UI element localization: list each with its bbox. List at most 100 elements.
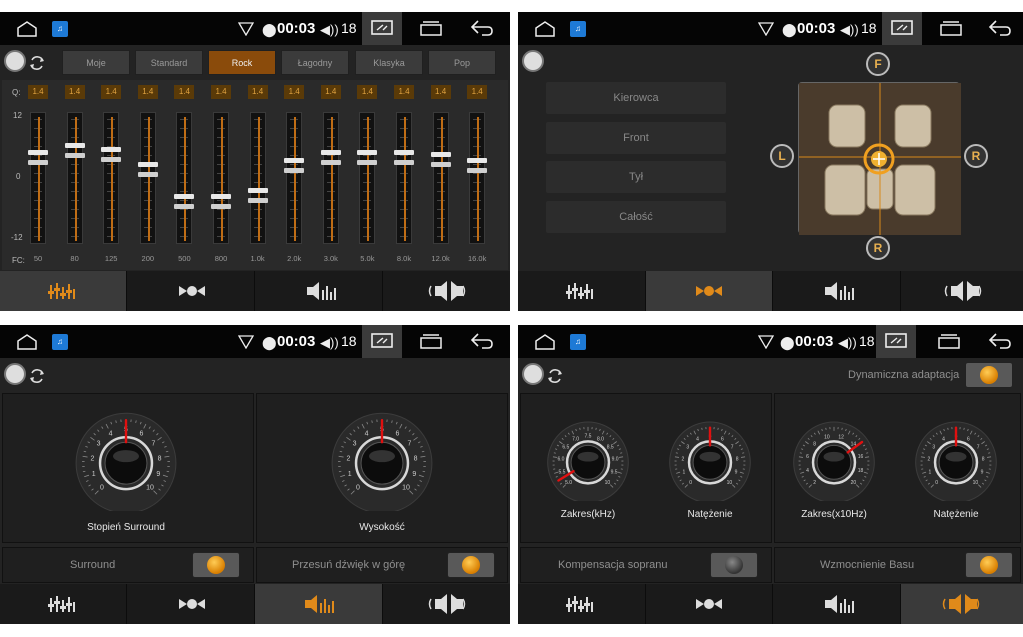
slider-handle[interactable] xyxy=(28,150,48,156)
tab-equalizer[interactable] xyxy=(518,271,646,311)
preset-standard[interactable]: Standard xyxy=(135,50,203,75)
slider-handle[interactable] xyxy=(137,161,158,167)
eq-band-slider[interactable] xyxy=(430,112,451,244)
tab-bass-treble[interactable] xyxy=(901,584,1023,624)
eq-band-slider[interactable] xyxy=(394,112,414,244)
treble-range-dial[interactable]: 5.05.5 6.0 6.57.0 7.5 8.08.5 9.0 9.510 xyxy=(540,417,636,501)
eq-band-slider[interactable] xyxy=(101,112,122,244)
eq-band-slider[interactable] xyxy=(28,112,48,244)
q-value[interactable]: 1.4 xyxy=(284,85,305,99)
eq-band-slider[interactable] xyxy=(211,112,231,244)
refresh-icon[interactable] xyxy=(26,52,48,74)
slider-handle[interactable] xyxy=(284,168,305,174)
slider-handle[interactable] xyxy=(467,158,488,164)
preset-pop[interactable]: Pop xyxy=(428,50,496,75)
zone-calosc-button[interactable]: Całość xyxy=(546,201,726,233)
tab-surround[interactable] xyxy=(773,584,901,624)
rear-badge[interactable]: R xyxy=(866,236,890,260)
q-value[interactable]: 1.4 xyxy=(467,85,488,99)
slider-handle[interactable] xyxy=(247,197,268,203)
power-toggle[interactable] xyxy=(522,50,562,76)
slider-handle[interactable] xyxy=(64,152,85,158)
back-icon[interactable] xyxy=(470,19,494,37)
slider-handle[interactable] xyxy=(174,203,195,209)
power-toggle[interactable] xyxy=(522,363,562,389)
tab-balance[interactable] xyxy=(646,584,773,624)
home-icon[interactable] xyxy=(534,334,556,350)
refresh-icon[interactable] xyxy=(544,365,566,387)
eq-band-slider[interactable] xyxy=(357,112,378,244)
app-icon[interactable]: ♫ xyxy=(570,334,586,350)
screen-cast-button[interactable] xyxy=(876,325,916,358)
balance-focus-handle[interactable] xyxy=(863,143,895,175)
tab-surround[interactable] xyxy=(255,271,383,311)
slider-handle[interactable] xyxy=(467,168,488,174)
bass-boost-switch[interactable] xyxy=(965,552,1013,578)
tab-balance[interactable] xyxy=(127,584,255,624)
front-badge[interactable]: F xyxy=(866,52,890,76)
slider-handle[interactable] xyxy=(357,150,378,156)
slider-handle[interactable] xyxy=(394,160,414,166)
q-value[interactable]: 1.4 xyxy=(247,85,268,99)
slider-handle[interactable] xyxy=(64,142,85,148)
q-value[interactable]: 1.4 xyxy=(64,85,85,99)
zone-tyl-button[interactable]: Tył xyxy=(546,161,726,193)
slider-handle[interactable] xyxy=(284,158,305,164)
q-value[interactable]: 1.4 xyxy=(211,85,231,99)
recent-apps-icon[interactable] xyxy=(420,334,442,349)
eq-band-slider[interactable] xyxy=(247,112,268,244)
right-badge[interactable]: R xyxy=(964,144,988,168)
left-badge[interactable]: L xyxy=(770,144,794,168)
preset-rock[interactable]: Rock xyxy=(208,50,276,75)
tab-bass-treble[interactable] xyxy=(383,271,510,311)
back-icon[interactable] xyxy=(470,332,494,350)
bass-intensity-dial[interactable]: 012345678910 xyxy=(908,417,1004,501)
eq-band-slider[interactable] xyxy=(137,112,158,244)
app-icon[interactable]: ♫ xyxy=(52,21,68,37)
preset-moje[interactable]: Moje xyxy=(62,50,130,75)
refresh-icon[interactable] xyxy=(26,365,48,387)
q-value[interactable]: 1.4 xyxy=(174,85,195,99)
slider-handle[interactable] xyxy=(101,156,122,162)
home-icon[interactable] xyxy=(16,334,38,350)
eq-band-slider[interactable] xyxy=(467,112,488,244)
slider-handle[interactable] xyxy=(247,187,268,193)
q-value[interactable]: 1.4 xyxy=(137,85,158,99)
recent-apps-icon[interactable] xyxy=(420,21,442,36)
zone-front-button[interactable]: Front xyxy=(546,122,726,154)
bass-range-dial[interactable]: 246810 1214161820 xyxy=(786,417,882,501)
power-toggle[interactable] xyxy=(4,50,44,76)
eq-band-slider[interactable] xyxy=(174,112,195,244)
q-value[interactable]: 1.4 xyxy=(357,85,378,99)
treble-intensity-dial[interactable]: 012345678910 xyxy=(662,417,758,501)
q-value[interactable]: 1.4 xyxy=(28,85,48,99)
q-value[interactable]: 1.4 xyxy=(320,85,341,99)
app-icon[interactable]: ♫ xyxy=(52,334,68,350)
surround-level-dial[interactable]: 012345678910 xyxy=(66,407,186,511)
slider-handle[interactable] xyxy=(430,162,451,168)
recent-apps-icon[interactable] xyxy=(938,334,960,349)
app-icon[interactable]: ♫ xyxy=(570,21,586,37)
treble-compensation-switch[interactable] xyxy=(710,552,758,578)
slider-handle[interactable] xyxy=(430,152,451,158)
slider-handle[interactable] xyxy=(320,160,341,166)
tab-surround[interactable] xyxy=(773,271,901,311)
tab-equalizer[interactable] xyxy=(0,271,127,311)
preset-lagodny[interactable]: Łagodny xyxy=(281,50,349,75)
slider-handle[interactable] xyxy=(101,146,122,152)
dynamic-adaptation-switch[interactable] xyxy=(965,362,1013,388)
q-value[interactable]: 1.4 xyxy=(430,85,451,99)
slider-handle[interactable] xyxy=(357,160,378,166)
tab-equalizer[interactable] xyxy=(0,584,127,624)
q-value[interactable]: 1.4 xyxy=(101,85,122,99)
slider-handle[interactable] xyxy=(137,171,158,177)
slider-handle[interactable] xyxy=(320,150,341,156)
slider-handle[interactable] xyxy=(28,160,48,166)
shift-up-switch[interactable] xyxy=(447,552,495,578)
tab-balance[interactable] xyxy=(646,271,773,311)
tab-surround[interactable] xyxy=(255,584,383,624)
q-value[interactable]: 1.4 xyxy=(394,85,414,99)
tab-balance[interactable] xyxy=(127,271,255,311)
screen-cast-button[interactable] xyxy=(882,12,922,45)
power-toggle[interactable] xyxy=(4,363,44,389)
